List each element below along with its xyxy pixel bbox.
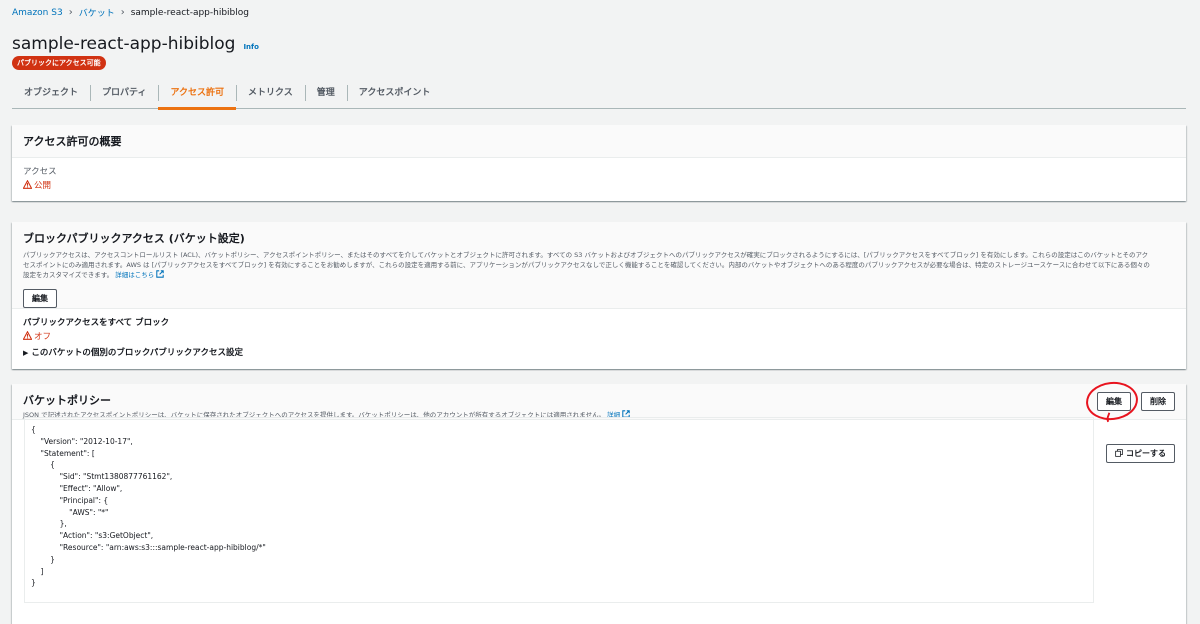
json-line: "Action": "s3:GetObject", xyxy=(31,531,154,541)
block-public-edit-button[interactable]: 編集 xyxy=(23,289,57,308)
panel-header: バケットポリシー JSON で記述されたアクセスポイントポリシーは、バケットに保… xyxy=(12,384,1186,420)
copy-icon xyxy=(1115,449,1123,457)
warning-icon xyxy=(23,180,32,189)
breadcrumb-buckets[interactable]: バケット xyxy=(79,6,115,19)
copy-button[interactable]: コピーする xyxy=(1106,444,1175,463)
json-line: "Effect": "Allow", xyxy=(31,483,123,493)
panel-description: パブリックアクセスは、アクセスコントロールリスト (ACL)、バケットポリシー、… xyxy=(23,250,1175,280)
block-all-value: オフ xyxy=(34,332,52,342)
individual-settings-label: このバケットの個別のブロックパブリックアクセス設定 xyxy=(31,348,244,358)
page-header: sample-react-app-hibiblog Info xyxy=(12,34,259,54)
access-label: アクセス xyxy=(23,167,57,177)
json-line: { xyxy=(31,425,36,434)
tab-properties[interactable]: プロパティ xyxy=(90,82,158,107)
description-line: 設定をカスタマイズできます。 詳細はこちら xyxy=(23,270,1175,280)
external-link-icon xyxy=(156,270,165,278)
breadcrumb: Amazon S3 › バケット › sample-react-app-hibi… xyxy=(12,6,249,19)
panel-title: アクセス許可の概要 xyxy=(23,135,122,148)
description-text: 設定をカスタマイズできます。 xyxy=(23,271,114,279)
json-line: "Sid": "Stmt1380877761162", xyxy=(31,472,173,482)
warning-icon xyxy=(23,331,32,340)
block-public-access-panel: ブロックパブリックアクセス (バケット設定) パブリックアクセスは、アクセスコン… xyxy=(12,222,1186,369)
tab-permissions[interactable]: アクセス許可 xyxy=(158,82,237,110)
tab-metrics[interactable]: メトリクス xyxy=(236,82,305,107)
panel-header: アクセス許可の概要 xyxy=(12,125,1186,158)
panel-title: ブロックパブリックアクセス (バケット設定) xyxy=(23,232,245,245)
json-line: "AWS": "*" xyxy=(31,507,109,517)
json-line: { xyxy=(31,460,55,470)
json-line: }, xyxy=(31,519,67,529)
chevron-right-icon: › xyxy=(68,7,73,18)
copy-button-label: コピーする xyxy=(1126,449,1166,458)
block-all-label: パブリックアクセスをすべて ブロック xyxy=(23,318,170,328)
permissions-overview-panel: アクセス許可の概要 アクセス 公開 xyxy=(12,125,1186,201)
public-access-badge: パブリックにアクセス可能 xyxy=(12,56,106,70)
tab-management[interactable]: 管理 xyxy=(304,82,347,107)
block-all-status: オフ xyxy=(23,330,1175,342)
access-status: 公開 xyxy=(23,179,1175,191)
tab-access-points[interactable]: アクセスポイント xyxy=(346,82,443,107)
breadcrumb-amazon-s3[interactable]: Amazon S3 xyxy=(12,8,63,18)
json-line: "Version": "2012-10-17", xyxy=(31,436,133,446)
individual-settings-expander[interactable]: ▶ このバケットの個別のブロックパブリックアクセス設定 xyxy=(23,346,1175,358)
description-line: パブリックアクセスは、アクセスコントロールリスト (ACL)、バケットポリシー、… xyxy=(23,251,1149,259)
json-line: "Resource": "arn:aws:s3:::sample-react-a… xyxy=(31,542,266,552)
chevron-right-icon: › xyxy=(120,7,125,18)
json-line: ] xyxy=(31,566,44,576)
bucket-policy-panel: バケットポリシー JSON で記述されたアクセスポイントポリシーは、バケットに保… xyxy=(12,384,1186,624)
learn-more-link[interactable]: 詳細はこちら xyxy=(115,271,154,279)
panel-title: バケットポリシー xyxy=(23,394,111,407)
policy-delete-button[interactable]: 削除 xyxy=(1141,392,1175,411)
info-link[interactable]: Info xyxy=(243,43,258,51)
tab-objects[interactable]: オブジェクト xyxy=(12,82,90,107)
json-line: } xyxy=(31,578,36,588)
page-title: sample-react-app-hibiblog xyxy=(12,34,236,54)
policy-json-editor[interactable]: { "Version": "2012-10-17", "Statement": … xyxy=(24,417,1094,603)
caret-right-icon: ▶ xyxy=(23,349,29,357)
panel-header: ブロックパブリックアクセス (バケット設定) パブリックアクセスは、アクセスコン… xyxy=(12,222,1186,309)
json-line: "Statement": [ xyxy=(31,448,95,458)
access-value: 公開 xyxy=(34,181,52,191)
tab-bar: オブジェクト プロパティ アクセス許可 メトリクス 管理 アクセスポイント xyxy=(12,82,1186,110)
description-line: セスポイントにのみ適用されます。AWS は [パブリックアクセスをすべてブロック… xyxy=(23,261,1150,269)
breadcrumb-current: sample-react-app-hibiblog xyxy=(130,7,249,18)
json-line: } xyxy=(31,554,55,564)
json-line: "Principal": { xyxy=(31,495,109,505)
